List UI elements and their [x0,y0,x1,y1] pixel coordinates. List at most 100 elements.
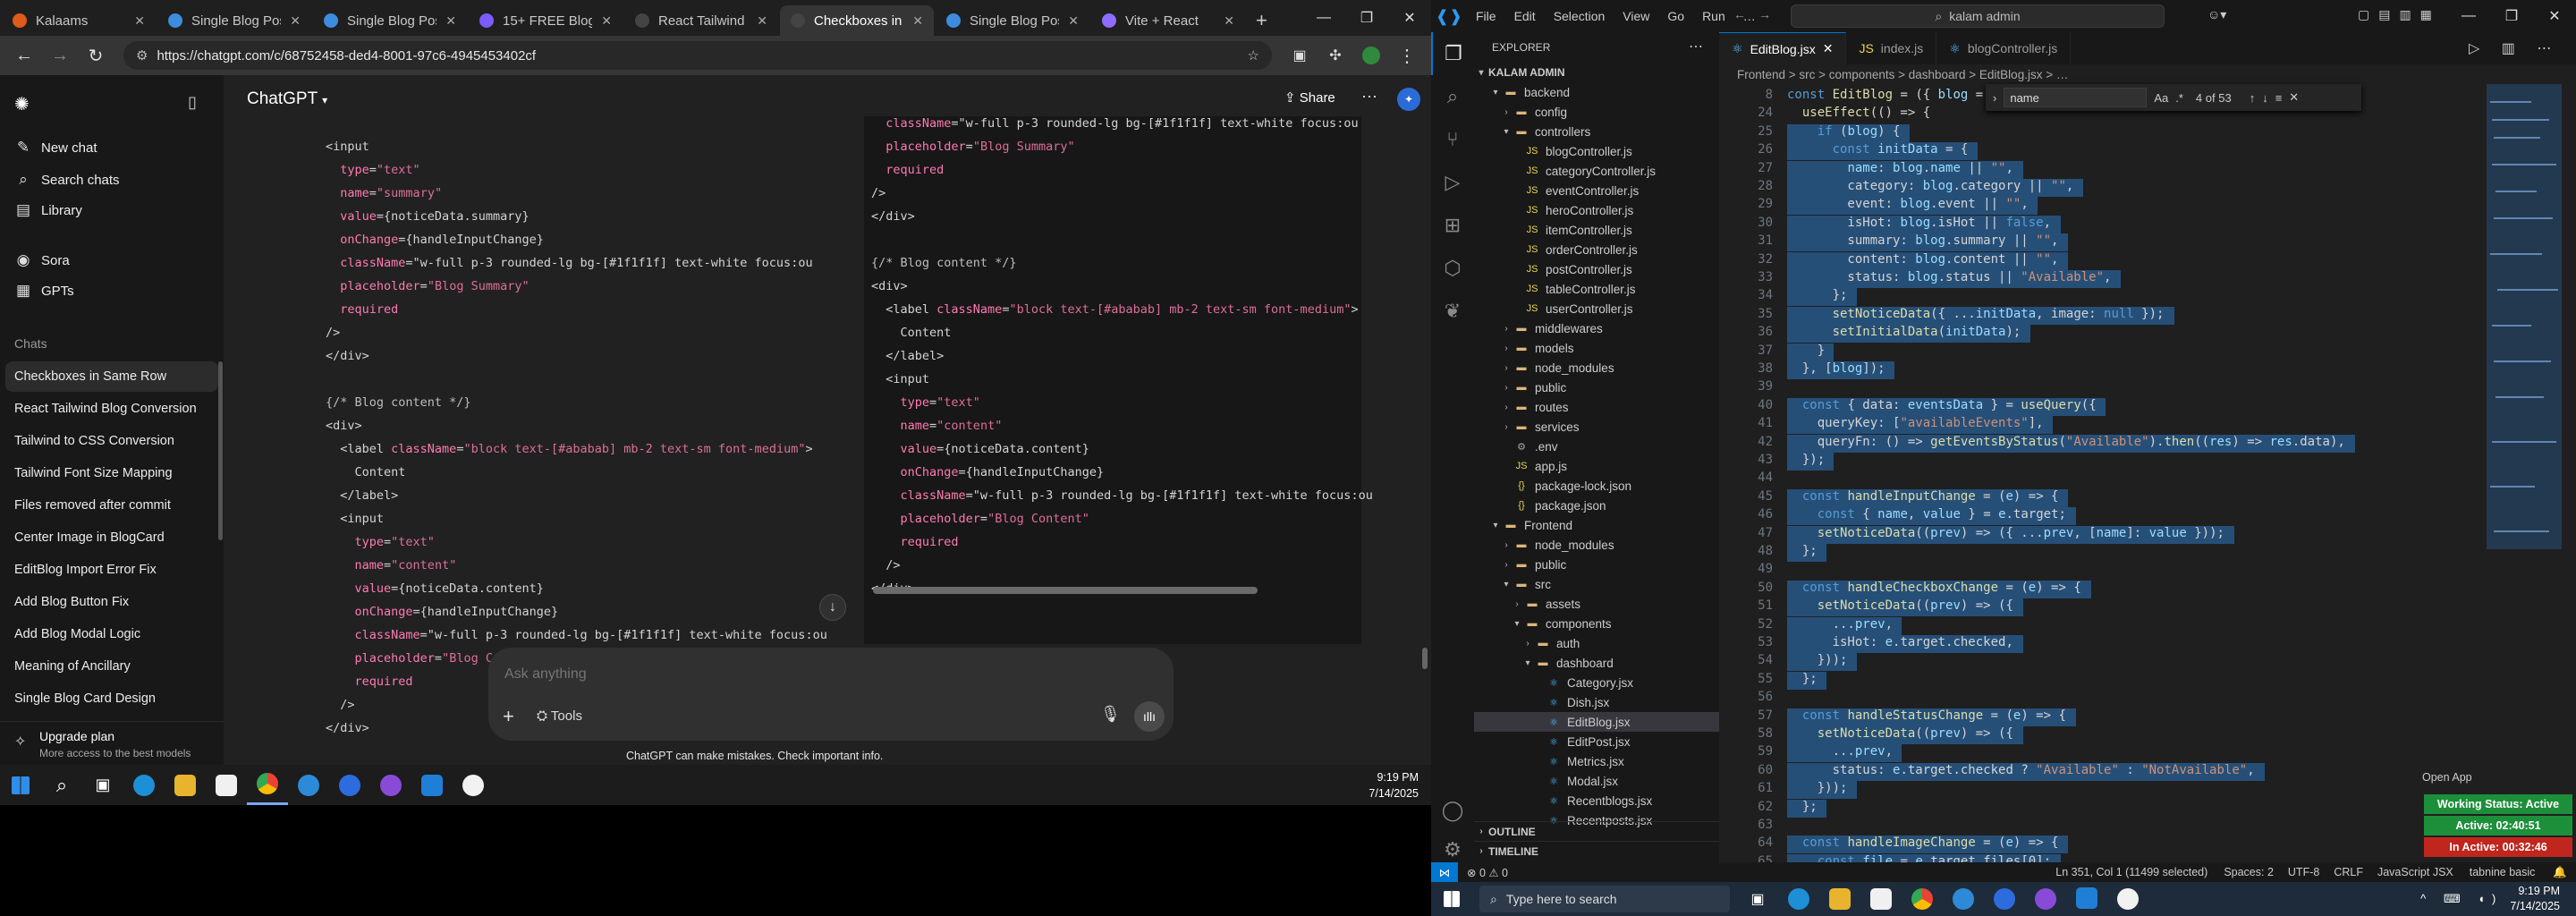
search-icon[interactable]: ⌕ [1431,75,1474,118]
next-match-icon[interactable]: ↓ [2262,91,2268,105]
command-center-search[interactable]: ⌕ kalam admin [1791,4,2165,28]
minimap[interactable] [2478,84,2565,549]
close-icon[interactable]: ✕ [1388,0,1431,36]
indentation[interactable]: Spaces: 2 [2216,866,2281,878]
chat-history-item[interactable]: EditBlog Import Error Fix [0,555,213,585]
taskbar-search[interactable]: ⌕ Type here to search [1479,886,1730,912]
close-tab-icon[interactable]: ✕ [1224,13,1234,29]
voice-mode-button[interactable]: ıllı [1134,701,1165,732]
find-in-selection-icon[interactable]: ≡ [2275,91,2283,105]
tree-file[interactable]: ⚛ EditBlog.jsx [1474,712,1719,732]
remote-icon[interactable]: ⬡ [1431,247,1474,290]
problems-count[interactable]: ⊗ 0 ⚠ 0 [1458,866,1517,879]
vscode-icon[interactable] [411,765,453,805]
tree-file[interactable]: ⚛ EditPost.jsx [1474,732,1719,751]
clock[interactable]: 9:19 PM 7/14/2025 [2510,884,2576,914]
breadcrumb[interactable]: Frontend > src > components > dashboard … [1719,64,2576,84]
tree-file[interactable]: JS tableController.js [1474,279,1719,299]
tree-folder[interactable]: › ▬ models [1474,338,1719,358]
edge-icon[interactable] [123,765,165,805]
tree-folder[interactable]: ▾ ▬ dashboard [1474,653,1719,673]
close-tab-icon[interactable]: ✕ [1823,41,1834,56]
tree-file[interactable]: ⚙ .env [1474,437,1719,456]
browser-tab[interactable]: Single Blog Posts ✕ [936,5,1089,36]
code-editor[interactable]: 8const EditBlog = ({ blog = null, onClos… [1719,84,2576,862]
microphone-icon[interactable]: 🎙 [1100,705,1121,724]
browser-tab[interactable]: Vite + React ✕ [1091,5,1245,36]
close-tab-icon[interactable]: ✕ [912,13,923,29]
explorer-icon[interactable]: ❐ [1431,32,1474,75]
chat-history-item[interactable]: Tailwind Font Size Mapping [0,458,213,488]
tree-file[interactable]: ⚛ Dish.jsx [1474,692,1719,712]
maximize-icon[interactable]: ❐ [1345,0,1388,36]
account-icon[interactable]: ◯ [1431,789,1474,832]
minimize-icon[interactable]: — [2447,0,2490,32]
edge-icon[interactable] [1778,879,1819,916]
tree-folder[interactable]: ▾ ▬ Frontend [1474,515,1719,535]
tree-file[interactable]: {} package-lock.json [1474,476,1719,496]
chat-history-item[interactable]: Files removed after commit [0,490,213,521]
prompt-input[interactable] [504,662,1131,687]
tree-file[interactable]: ⚛ Recentblogs.jsx [1474,791,1719,810]
close-find-icon[interactable]: ✕ [2289,90,2299,105]
menu-item[interactable]: File [1467,9,1505,23]
run-debug-icon[interactable]: ▷ [1431,161,1474,204]
toggle-sidebar-icon[interactable]: ▯ [188,93,197,112]
task-view-icon[interactable]: ▣ [1737,879,1778,916]
tree-file[interactable]: JS heroController.js [1474,200,1719,220]
store-icon[interactable] [1860,879,1902,916]
tree-file[interactable]: JS categoryController.js [1474,161,1719,181]
menu-item[interactable]: Selection [1545,9,1614,23]
code-horizontal-scrollbar[interactable] [873,587,1258,594]
search-icon[interactable]: ⌕ [41,765,82,805]
tree-folder[interactable]: › ▬ auth [1474,633,1719,653]
browser-tab[interactable]: React Tailwind Bl ✕ [624,5,778,36]
scroll-down-button[interactable]: ↓ [819,594,846,621]
file-explorer-icon[interactable] [1819,879,1860,916]
close-tab-icon[interactable]: ✕ [757,13,767,29]
layout-icons[interactable]: ▢▤▥▦ [2358,7,2441,22]
tray-icons[interactable]: ^ ⌨ ◖) [2420,892,2510,906]
tree-folder[interactable]: › ▬ routes [1474,397,1719,417]
cursor-position[interactable]: Ln 351, Col 1 (11499 selected) [2046,866,2216,878]
tree-folder[interactable]: ▾ ▬ controllers [1474,122,1719,141]
chat-history-item[interactable]: Checkboxes in Same Row [5,361,218,392]
copilot-icon[interactable]: ☺▾ [2207,7,2226,22]
browser-tab[interactable]: 15+ FREE Blog W ✕ [469,5,623,36]
app-icon-1[interactable] [1943,879,1984,916]
chat-history-item[interactable]: Center Image in BlogCard [0,522,213,553]
timeline-section[interactable]: › TIMELINE [1474,841,1719,861]
browser-tab[interactable]: Checkboxes in Sa ✕ [780,5,934,36]
regex-icon[interactable]: .* [2175,91,2183,105]
nav-forward-icon[interactable]: → [1758,7,1771,21]
forward-icon[interactable]: → [45,40,75,71]
back-icon[interactable]: ← [9,40,39,71]
previous-match-icon[interactable]: ↑ [2250,91,2256,105]
close-tab-icon[interactable]: ✕ [601,13,612,29]
github-icon[interactable] [370,765,411,805]
sidebar-nav-item[interactable]: ✎ New chat [0,132,224,163]
vscode-icon[interactable] [2066,879,2107,916]
source-control-icon[interactable]: ⑂ [1431,118,1474,161]
app-icon-1[interactable] [288,765,329,805]
menu-item[interactable]: View [1614,9,1658,23]
extensions-puzzle-icon[interactable]: ✣ [1320,40,1351,71]
chrome-icon[interactable] [247,765,288,805]
tree-file[interactable]: ⚛ Category.jsx [1474,673,1719,692]
tree-folder[interactable]: › ▬ node_modules [1474,358,1719,377]
menu-item[interactable]: Go [1658,9,1693,23]
extensions-icon[interactable]: ⊞ [1431,204,1474,247]
chat-history-item[interactable]: Tailwind to CSS Conversion [0,426,213,456]
editor-actions[interactable]: ▷ ▥ ⋯ [2469,39,2560,57]
chat-history-item[interactable]: React Tailwind Blog Conversion [0,394,213,424]
eol[interactable]: CRLF [2326,866,2370,878]
find-input[interactable]: name [2004,88,2148,107]
close-tab-icon[interactable]: ✕ [134,13,145,29]
tree-folder[interactable]: ▾ ▬ components [1474,614,1719,633]
tree-folder[interactable]: › ▬ middlewares [1474,318,1719,338]
browser-tab[interactable]: Single Blog Posts ✕ [157,5,311,36]
profile-avatar[interactable] [1356,40,1386,71]
chat-history-item[interactable]: Add Blog Button Fix [0,587,213,617]
language-mode[interactable]: JavaScript JSX [2370,866,2461,878]
extension-icon[interactable]: ▣ [1284,40,1315,71]
